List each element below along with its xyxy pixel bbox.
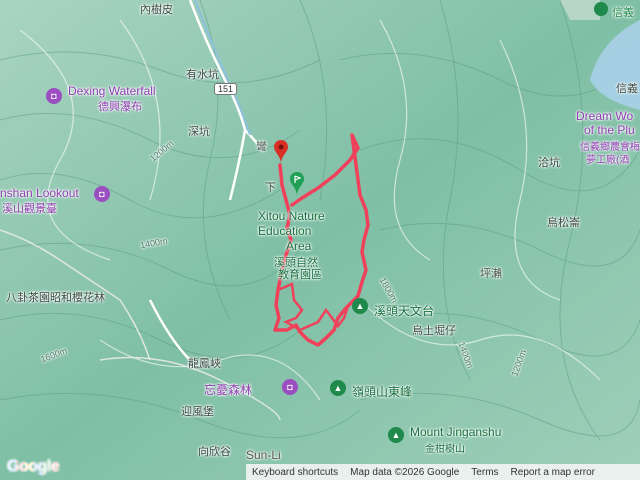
- place-label: 坪瀨: [480, 268, 502, 280]
- poi-dream-works[interactable]: Dream Wo: [576, 109, 633, 123]
- google-logo[interactable]: Google: [7, 458, 60, 476]
- camera-poi-icon[interactable]: ◘: [46, 88, 62, 104]
- place-label: 內樹皮: [140, 4, 173, 16]
- poi-lingtou-east-peak[interactable]: 嶺頭山東峰: [352, 383, 412, 400]
- keyboard-shortcuts-link[interactable]: Keyboard shortcuts: [252, 467, 338, 478]
- park-poi-icon[interactable]: ▲: [352, 298, 368, 314]
- place-label: 深坑: [188, 126, 210, 138]
- poi-xitou-nature-area[interactable]: Xitou Nature: [258, 209, 325, 223]
- end-marker-icon: [290, 172, 304, 196]
- poi-dream-works-zh[interactable]: 夢工廠(酒: [586, 151, 629, 166]
- mountain-poi-icon[interactable]: ▲: [330, 380, 346, 396]
- place-label: 洽坑: [538, 157, 560, 169]
- camera-poi-icon[interactable]: ◘: [94, 186, 110, 202]
- government-poi-icon[interactable]: [594, 2, 608, 16]
- poi-dream-works[interactable]: of the Plu: [584, 123, 635, 137]
- poi-xitou-nature-area[interactable]: Education: [258, 224, 311, 238]
- terms-link[interactable]: Terms: [471, 467, 498, 478]
- start-marker-icon: [274, 140, 288, 164]
- start-marker[interactable]: [274, 140, 288, 169]
- place-label: 烏松崙: [547, 217, 580, 229]
- report-error-link[interactable]: Report a map error: [511, 467, 595, 478]
- poi-wangyou-forest[interactable]: 忘憂森林: [204, 381, 252, 398]
- gpx-track-layer: [273, 133, 370, 347]
- poi-mount-jinganshu[interactable]: Mount Jinganshu: [410, 425, 501, 439]
- place-label: 下: [265, 182, 276, 194]
- poi-sunlink[interactable]: Sun-Li: [246, 448, 281, 462]
- poi-lookout-zh[interactable]: 溪山觀景臺: [2, 200, 57, 216]
- place-label: 彎: [256, 141, 267, 153]
- poi-lookout[interactable]: nshan Lookout: [0, 186, 79, 200]
- poi-xitou-nature-area[interactable]: Area: [286, 239, 311, 253]
- mountain-poi-icon[interactable]: ▲: [388, 427, 404, 443]
- place-label: 迎風堡: [181, 406, 214, 418]
- poi-xitou-observatory[interactable]: 溪頭天文台: [374, 302, 434, 319]
- attribution-bar: Keyboard shortcuts Map data ©2026 Google…: [246, 464, 640, 480]
- map-canvas[interactable]: 151 內樹皮 有水坑 深坑 彎 下 洽坑 烏松崙 坪瀨 烏土堀仔 龍鳳峽 迎風…: [0, 0, 640, 480]
- place-xinyi-2: 信義: [616, 83, 638, 95]
- camera-poi-icon[interactable]: ◘: [282, 379, 298, 395]
- place-label: 烏土堀仔: [412, 325, 456, 337]
- place-label: 向欣谷: [198, 446, 231, 458]
- poi-dexing-waterfall[interactable]: Dexing Waterfall: [68, 84, 156, 98]
- map-data-text: Map data ©2026 Google: [350, 466, 460, 478]
- poi-xitou-nature-area-zh[interactable]: 教育園區: [278, 266, 322, 282]
- poi-mount-jinganshu-zh[interactable]: 金柑樹山: [425, 440, 465, 455]
- end-marker[interactable]: [290, 172, 304, 201]
- route-151-shield: 151: [214, 83, 238, 95]
- place-label: 龍鳳峽: [188, 358, 221, 370]
- place-label: 有水坑: [186, 69, 219, 81]
- place-label: 八卦茶園昭和櫻花林: [6, 292, 105, 304]
- poi-dexing-waterfall-zh[interactable]: 德興瀑布: [98, 98, 142, 114]
- google-logo-text: Google: [7, 458, 60, 475]
- place-xinyi[interactable]: 信義: [612, 4, 634, 20]
